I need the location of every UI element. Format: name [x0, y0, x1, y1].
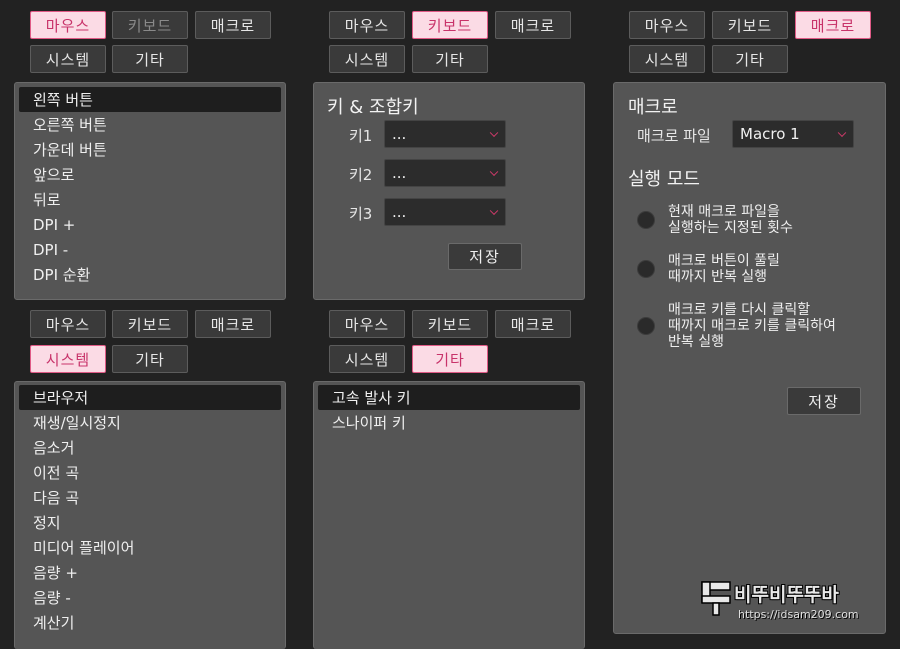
list-item[interactable]: 다음 곡 [19, 485, 281, 510]
tab-macro[interactable]: 매크로 [795, 11, 871, 39]
save-button[interactable]: 저장 [787, 387, 861, 415]
macro-file-select[interactable]: Macro 1 [732, 120, 854, 148]
run-mode-option-count[interactable]: 현재 매크로 파일을 실행하는 지정된 횟수 [637, 204, 793, 236]
key2-label: 키2 [349, 166, 373, 184]
radio-label: 매크로 버튼이 풀릴 때까지 반복 실행 [668, 253, 780, 285]
list-item[interactable]: 왼쪽 버튼 [19, 87, 281, 112]
key2-value: ... [392, 164, 407, 182]
chevron-down-icon [489, 206, 499, 216]
tab-keyboard[interactable]: 키보드 [412, 11, 488, 39]
tab-other[interactable]: 기타 [412, 45, 488, 73]
list-item[interactable]: 음량 - [19, 585, 281, 610]
key1-label: 키1 [349, 127, 373, 145]
key3-label: 키3 [349, 205, 373, 223]
tab-macro[interactable]: 매크로 [195, 11, 271, 39]
list-item[interactable]: 스나이퍼 키 [318, 410, 580, 435]
tab-macro[interactable]: 매크로 [195, 310, 271, 338]
chevron-down-icon [489, 167, 499, 177]
list-item[interactable]: 재생/일시정지 [19, 410, 281, 435]
mouse-function-list: 왼쪽 버튼 오른쪽 버튼 가운데 버튼 앞으로 뒤로 DPI + DPI - D… [14, 82, 286, 300]
macro-file-value: Macro 1 [740, 125, 800, 143]
tab-keyboard[interactable]: 키보드 [112, 310, 188, 338]
watermark: 비뚜비뚜뚜바 https://idsam209.com [700, 578, 880, 632]
chevron-down-icon [837, 128, 847, 138]
radio-label: 현재 매크로 파일을 실행하는 지정된 횟수 [668, 204, 793, 236]
list-item[interactable]: 고속 발사 키 [318, 385, 580, 410]
macro-file-label: 매크로 파일 [637, 127, 711, 145]
run-mode-option-hold[interactable]: 매크로 버튼이 풀릴 때까지 반복 실행 [637, 253, 780, 285]
key2-select[interactable]: ... [384, 159, 506, 187]
list-item[interactable]: DPI + [19, 212, 281, 237]
list-item[interactable]: 뒤로 [19, 187, 281, 212]
watermark-logo-icon [701, 581, 731, 616]
tab-mouse[interactable]: 마우스 [30, 11, 106, 39]
tab-system[interactable]: 시스템 [329, 45, 405, 73]
tab-other[interactable]: 기타 [412, 345, 488, 373]
keyboard-settings-panel: 키 & 조합키 키1 ... 키2 ... 키3 ... 저장 [313, 82, 585, 300]
list-item[interactable]: 계산기 [19, 610, 281, 635]
list-item[interactable]: 미디어 플레이어 [19, 535, 281, 560]
tab-system[interactable]: 시스템 [629, 45, 705, 73]
tab-mouse[interactable]: 마우스 [329, 310, 405, 338]
tab-keyboard[interactable]: 키보드 [112, 11, 188, 39]
other-function-list: 고속 발사 키 스나이퍼 키 [313, 381, 585, 649]
tab-mouse[interactable]: 마우스 [30, 310, 106, 338]
key3-select[interactable]: ... [384, 198, 506, 226]
list-item[interactable]: 정지 [19, 510, 281, 535]
list-item[interactable]: 가운데 버튼 [19, 137, 281, 162]
tab-keyboard[interactable]: 키보드 [412, 310, 488, 338]
tab-system[interactable]: 시스템 [30, 345, 106, 373]
tab-mouse[interactable]: 마우스 [629, 11, 705, 39]
section-title-macro: 매크로 [628, 97, 678, 118]
tab-other[interactable]: 기타 [112, 45, 188, 73]
list-item[interactable]: DPI - [19, 237, 281, 262]
tab-system[interactable]: 시스템 [30, 45, 106, 73]
tab-other[interactable]: 기타 [712, 45, 788, 73]
tab-macro[interactable]: 매크로 [495, 310, 571, 338]
list-item[interactable]: 이전 곡 [19, 460, 281, 485]
list-item[interactable]: DPI 순환 [19, 262, 281, 287]
tab-mouse[interactable]: 마우스 [329, 11, 405, 39]
tab-other[interactable]: 기타 [112, 345, 188, 373]
tab-system[interactable]: 시스템 [329, 345, 405, 373]
chevron-down-icon [489, 128, 499, 138]
key1-value: ... [392, 125, 407, 143]
list-item[interactable]: 브라우저 [19, 385, 281, 410]
list-item[interactable]: 음량 + [19, 560, 281, 585]
list-item[interactable]: 음소거 [19, 435, 281, 460]
radio-button[interactable] [637, 260, 655, 278]
run-mode-option-toggle[interactable]: 매크로 키를 다시 클릭할 때까지 매크로 키를 클릭하여 반복 실행 [637, 302, 836, 350]
list-item[interactable]: 오른쪽 버튼 [19, 112, 281, 137]
tab-keyboard[interactable]: 키보드 [712, 11, 788, 39]
key1-select[interactable]: ... [384, 120, 506, 148]
radio-button[interactable] [637, 211, 655, 229]
tab-macro[interactable]: 매크로 [495, 11, 571, 39]
list-item[interactable]: 앞으로 [19, 162, 281, 187]
watermark-url: https://idsam209.com [738, 608, 859, 621]
save-button[interactable]: 저장 [448, 243, 522, 270]
watermark-title: 비뚜비뚜뚜바 [734, 584, 839, 606]
key3-value: ... [392, 203, 407, 221]
radio-button[interactable] [637, 317, 655, 335]
section-title-keys: 키 & 조합키 [327, 97, 419, 118]
system-function-list: 브라우저 재생/일시정지 음소거 이전 곡 다음 곡 정지 미디어 플레이어 음… [14, 381, 286, 649]
radio-label: 매크로 키를 다시 클릭할 때까지 매크로 키를 클릭하여 반복 실행 [668, 302, 836, 350]
macro-settings-panel: 매크로 매크로 파일 Macro 1 실행 모드 현재 매크로 파일을 실행하는… [613, 82, 886, 634]
section-title-run-mode: 실행 모드 [628, 169, 700, 190]
